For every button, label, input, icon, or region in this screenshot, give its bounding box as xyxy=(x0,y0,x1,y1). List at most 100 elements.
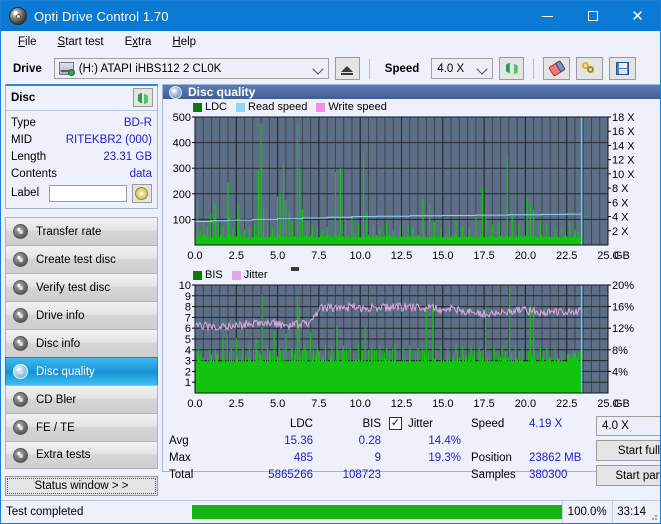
svg-text:GB: GB xyxy=(614,398,630,410)
cd-icon xyxy=(135,186,149,200)
disc-info-panel: Disc Type BD-R MID RITEKBR2 (000) Length… xyxy=(5,84,158,209)
menu-file[interactable]: File xyxy=(9,34,46,50)
resize-grip-icon[interactable] xyxy=(648,511,658,521)
svg-text:2 X: 2 X xyxy=(612,226,629,238)
chart-resize-handle[interactable] xyxy=(291,267,299,271)
app-disc-icon xyxy=(9,7,27,25)
menu-help[interactable]: Help xyxy=(163,34,205,50)
svg-text:10 X: 10 X xyxy=(612,169,635,181)
legend-swatch-jitter xyxy=(231,270,241,280)
sidebar-item-fe-te[interactable]: FE / TE xyxy=(5,413,158,441)
stats-panel: LDC BIS Avg 15.36 0.28 Max 485 9 Total 5… xyxy=(163,415,660,486)
readout-block: Speed 4.19 X Position 23862 MB Samples 3… xyxy=(471,415,596,486)
speed-readout-label: Speed xyxy=(471,417,505,430)
speed-select-value: 4.0 X xyxy=(437,62,465,75)
chart-bottom-svg[interactable]: 12345678910 4% 8% 12% 16% 20% 0.0 2.5 5.0 7.5 10.0… xyxy=(163,267,661,415)
toolbar: Drive (H:) ATAPI iHBS112 2 CL0K Speed 4.… xyxy=(1,53,660,84)
sidebar-item-label: Extra tests xyxy=(36,449,91,461)
svg-text:8 X: 8 X xyxy=(612,183,629,195)
speed-select[interactable]: 4.0 X xyxy=(431,58,494,79)
disc-row-contents: Contents data xyxy=(11,165,152,182)
legend-label-read-speed: Read speed xyxy=(248,101,308,113)
svg-text:16%: 16% xyxy=(612,302,634,314)
menu-extra[interactable]: Extra xyxy=(116,34,161,50)
svg-text:12%: 12% xyxy=(612,323,634,335)
jitter-header-row: ✓ Jitter xyxy=(389,415,467,432)
test-speed-select[interactable]: 4.0 X xyxy=(596,416,660,436)
sidebar-item-extra-tests[interactable]: Extra tests xyxy=(5,441,158,469)
eject-button[interactable] xyxy=(334,57,360,80)
refresh-button[interactable] xyxy=(499,57,525,80)
stats-total-bis: 108723 xyxy=(342,468,381,481)
svg-text:7: 7 xyxy=(185,312,191,324)
sidebar-item-drive-info[interactable]: Drive info xyxy=(5,301,158,329)
stats-avg-bis: 0.28 xyxy=(358,434,381,447)
sidebar-item-cd-bler[interactable]: CD Bler xyxy=(5,385,158,413)
panel-header: Disc quality xyxy=(163,85,660,99)
minimize-button[interactable] xyxy=(525,1,570,31)
disc-rows: Type BD-R MID RITEKBR2 (000) Length 23.3… xyxy=(6,111,157,208)
speed-row: Speed 4.19 X xyxy=(471,415,596,432)
disc-row-mid: MID RITEKBR2 (000) xyxy=(11,131,152,148)
samples-value: 380300 xyxy=(529,468,568,481)
svg-text:3: 3 xyxy=(185,356,191,368)
chevron-down-icon xyxy=(476,63,488,75)
stats-table: LDC BIS Avg 15.36 0.28 Max 485 9 Total 5… xyxy=(169,415,389,486)
drive-select[interactable]: (H:) ATAPI iHBS112 2 CL0K xyxy=(53,58,329,79)
jitter-checkbox[interactable]: ✓ xyxy=(389,417,402,430)
start-full-button[interactable]: Start full xyxy=(596,440,660,461)
svg-text:2.5: 2.5 xyxy=(229,398,244,410)
progress-bar xyxy=(192,505,563,519)
menu-start-test[interactable]: Start test xyxy=(49,34,113,50)
disc-panel-header: Disc xyxy=(6,86,157,111)
svg-text:2.5: 2.5 xyxy=(229,250,244,262)
main-body: Disc Type BD-R MID RITEKBR2 (000) Length… xyxy=(1,84,661,496)
chart-legend-bottom: BIS Jitter xyxy=(193,269,273,281)
legend-swatch-read-speed xyxy=(236,102,246,112)
svg-text:400: 400 xyxy=(173,138,191,150)
toolbar-divider xyxy=(368,58,370,79)
erase-button[interactable] xyxy=(543,57,571,80)
maximize-button[interactable] xyxy=(570,1,615,31)
sidebar-item-disc-quality[interactable]: Disc quality xyxy=(5,357,158,385)
legend-label-bis: BIS xyxy=(205,269,223,281)
start-part-button[interactable]: Start part xyxy=(596,465,660,486)
eraser-icon xyxy=(548,60,566,77)
jitter-avg-row: 14.4% xyxy=(389,432,467,449)
legend-item-write-speed: Write speed xyxy=(316,101,387,113)
svg-text:500: 500 xyxy=(173,112,191,124)
close-button[interactable]: ✕ xyxy=(615,1,660,31)
disc-key-length: Length xyxy=(11,150,47,163)
disc-icon xyxy=(13,252,28,267)
svg-text:12 X: 12 X xyxy=(612,155,635,167)
disc-value-type: BD-R xyxy=(123,116,152,129)
save-icon xyxy=(616,62,630,75)
jitter-max-value: 19.3% xyxy=(428,451,461,464)
stats-row-max: Max 485 9 xyxy=(169,449,389,466)
progress-percent: 100.0% xyxy=(567,506,607,518)
disc-refresh-button[interactable] xyxy=(133,88,153,107)
disc-label-button[interactable] xyxy=(131,183,152,203)
chart-top-svg[interactable]: 100 200 300 400 500 2 X 4 X 6 X 8 X 10 X 12 X 14 X 1… xyxy=(163,99,661,267)
left-panel: Disc Type BD-R MID RITEKBR2 (000) Length… xyxy=(5,84,158,496)
sidebar-item-label: Drive info xyxy=(36,309,85,322)
sidebar-item-label: Transfer rate xyxy=(36,225,102,238)
window-title: Opti Drive Control 1.70 xyxy=(34,8,169,24)
disc-icon xyxy=(13,364,28,379)
sidebar-item-transfer-rate[interactable]: Transfer rate xyxy=(5,217,158,245)
disc-label-input[interactable] xyxy=(48,184,127,202)
sidebar-item-create-test-disc[interactable]: Create test disc xyxy=(5,245,158,273)
svg-text:5.0: 5.0 xyxy=(270,398,285,410)
keys-button[interactable] xyxy=(576,57,604,80)
sidebar-item-verify-test-disc[interactable]: Verify test disc xyxy=(5,273,158,301)
stats-row-avg: Avg 15.36 0.28 xyxy=(169,432,389,449)
jitter-avg-value: 14.4% xyxy=(428,434,461,447)
svg-text:20.0: 20.0 xyxy=(515,250,536,262)
position-row: Position 23862 MB xyxy=(471,449,596,466)
disc-icon xyxy=(13,447,28,463)
sidebar-item-disc-info[interactable]: Disc info xyxy=(5,329,158,357)
svg-text:8: 8 xyxy=(185,302,191,314)
window-controls: ✕ xyxy=(525,1,660,31)
save-button[interactable] xyxy=(609,57,637,80)
status-window-button[interactable]: Status window > > xyxy=(5,476,158,496)
